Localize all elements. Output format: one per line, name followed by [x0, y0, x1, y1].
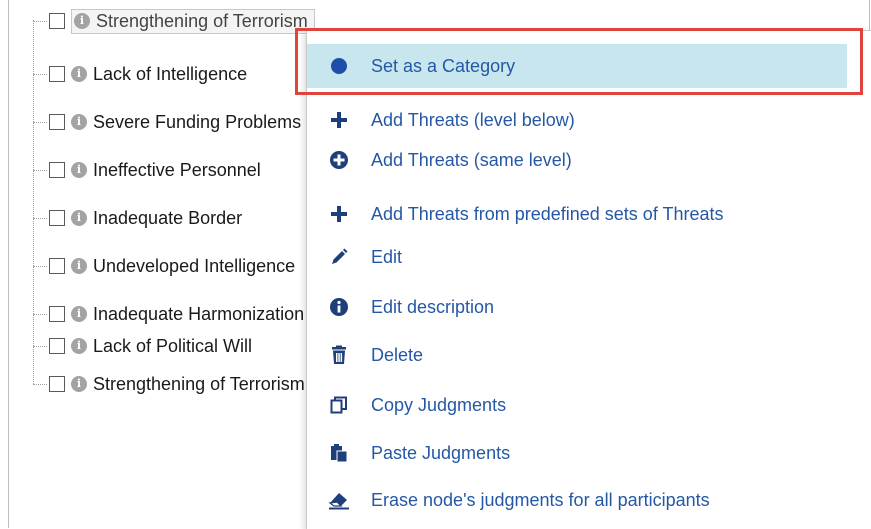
- node-checkbox[interactable]: [49, 13, 65, 29]
- node-label[interactable]: Lack of Intelligence: [93, 64, 247, 85]
- menu-item-label: Edit description: [371, 296, 495, 317]
- menu-item-label: Set as a Category: [371, 55, 516, 76]
- node-checkbox[interactable]: [49, 258, 65, 274]
- tree-node[interactable]: i Inadequate Border: [33, 203, 242, 233]
- menu-item-label: Add Threats (level below): [371, 109, 575, 130]
- circle-icon: [327, 54, 351, 78]
- menu-item-delete[interactable]: Delete: [307, 333, 847, 377]
- tree-node[interactable]: i Ineffective Personnel: [33, 155, 261, 185]
- node-label[interactable]: Ineffective Personnel: [93, 160, 261, 181]
- menu-item-add-threats-same-level[interactable]: Add Threats (same level): [307, 138, 847, 182]
- menu-item-label: Delete: [371, 344, 424, 365]
- node-checkbox[interactable]: [49, 66, 65, 82]
- menu-item-label: Edit: [371, 246, 403, 267]
- node-checkbox[interactable]: [49, 306, 65, 322]
- paste-icon: [327, 441, 351, 465]
- tree-branch-line: [33, 345, 47, 347]
- tree-branch-line: [33, 313, 47, 315]
- menu-item-copy-judgments[interactable]: Copy Judgments: [307, 383, 847, 427]
- tree-branch-line: [33, 169, 47, 171]
- plus-icon: [327, 108, 351, 132]
- selected-node-label[interactable]: i Strengthening of Terrorism: [71, 8, 315, 34]
- menu-item-label: Copy Judgments: [371, 394, 507, 415]
- tree-branch-line: [33, 73, 47, 75]
- tree-branch-line: [33, 383, 47, 385]
- menu-item-erase-judgments[interactable]: Erase node's judgments for all participa…: [307, 478, 847, 522]
- tree-branch-line: [33, 217, 47, 219]
- node-label: Strengthening of Terrorism: [96, 10, 308, 31]
- menu-item-label: Erase node's judgments for all participa…: [371, 489, 710, 510]
- node-checkbox[interactable]: [49, 114, 65, 130]
- pencil-icon: [327, 245, 351, 269]
- info-icon[interactable]: i: [71, 162, 87, 178]
- info-icon[interactable]: i: [71, 376, 87, 392]
- tree-node[interactable]: i Inadequate Harmonization: [33, 299, 304, 329]
- node-label[interactable]: Inadequate Border: [93, 208, 242, 229]
- node-label[interactable]: Strengthening of Terrorism: [93, 374, 305, 395]
- tree-node[interactable]: i Lack of Political Will: [33, 331, 252, 361]
- plus-icon: [327, 202, 351, 226]
- tree-node[interactable]: i Strengthening of Terrorism: [33, 369, 305, 399]
- tree-node[interactable]: i Severe Funding Problems: [33, 107, 301, 137]
- info-icon[interactable]: i: [71, 258, 87, 274]
- info-icon[interactable]: i: [71, 210, 87, 226]
- info-icon[interactable]: i: [71, 114, 87, 130]
- menu-item-set-as-category[interactable]: Set as a Category: [307, 44, 847, 88]
- menu-item-paste-judgments[interactable]: Paste Judgments: [307, 431, 847, 475]
- node-checkbox[interactable]: [49, 376, 65, 392]
- menu-item-label: Add Threats from predefined sets of Thre…: [371, 203, 724, 224]
- node-checkbox[interactable]: [49, 210, 65, 226]
- menu-item-label: Add Threats (same level): [371, 149, 572, 170]
- tree-node[interactable]: i Strengthening of Terrorism: [33, 6, 315, 36]
- menu-item-label: Paste Judgments: [371, 442, 511, 463]
- info-icon[interactable]: i: [71, 66, 87, 82]
- tree-node[interactable]: i Lack of Intelligence: [33, 59, 247, 89]
- node-label[interactable]: Lack of Political Will: [93, 336, 252, 357]
- menu-item-edit[interactable]: Edit: [307, 235, 847, 279]
- plus-circle-icon: [327, 148, 351, 172]
- tree-node[interactable]: i Undeveloped Intelligence: [33, 251, 295, 281]
- info-icon[interactable]: i: [74, 13, 90, 29]
- eraser-icon: [327, 488, 351, 512]
- node-checkbox[interactable]: [49, 338, 65, 354]
- menu-item-add-threats-level-below[interactable]: Add Threats (level below): [307, 98, 847, 142]
- info-icon[interactable]: i: [71, 338, 87, 354]
- node-label[interactable]: Undeveloped Intelligence: [93, 256, 295, 277]
- node-label[interactable]: Severe Funding Problems: [93, 112, 301, 133]
- node-label[interactable]: Inadequate Harmonization: [93, 304, 304, 325]
- info-icon[interactable]: i: [71, 306, 87, 322]
- trash-icon: [327, 343, 351, 367]
- menu-item-edit-description[interactable]: Edit description: [307, 285, 847, 329]
- node-checkbox[interactable]: [49, 162, 65, 178]
- tree-branch-line: [33, 265, 47, 267]
- context-menu: Set as a Category Add Threats (level bel…: [306, 30, 871, 529]
- copy-icon: [327, 393, 351, 417]
- menu-item-add-threats-predefined[interactable]: Add Threats from predefined sets of Thre…: [307, 192, 847, 236]
- tree-branch-line: [33, 20, 47, 22]
- tree-branch-line: [33, 121, 47, 123]
- info-circle-icon: [327, 295, 351, 319]
